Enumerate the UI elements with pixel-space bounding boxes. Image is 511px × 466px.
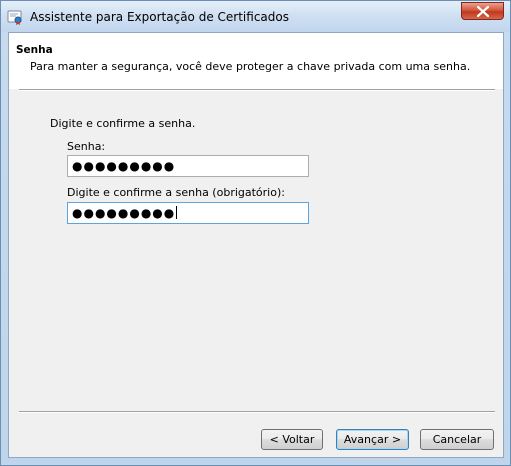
password-field[interactable]: ●●●●●●●●● <box>67 155 309 177</box>
back-button[interactable]: < Voltar <box>261 429 323 450</box>
next-button[interactable]: Avançar > <box>336 429 409 450</box>
password-value: ●●●●●●●●● <box>72 159 176 173</box>
confirm-password-label: Digite e confirme a senha (obrigatório): <box>67 186 285 199</box>
cancel-button[interactable]: Cancelar <box>420 429 494 450</box>
page-description: Para manter a segurança, você deve prote… <box>30 60 471 73</box>
text-caret <box>176 206 178 219</box>
header-divider <box>19 89 495 91</box>
instruction-text: Digite e confirme a senha. <box>50 117 196 130</box>
wizard-window: Assistente para Exportação de Certificad… <box>0 0 511 466</box>
close-icon <box>477 6 489 17</box>
close-button[interactable] <box>461 2 504 20</box>
window-title: Assistente para Exportação de Certificad… <box>30 10 289 24</box>
footer-divider <box>19 411 495 413</box>
confirm-password-value: ●●●●●●●●● <box>72 206 176 220</box>
wizard-content: Senha Para manter a segurança, você deve… <box>8 32 504 458</box>
title-bar[interactable]: Assistente para Exportação de Certificad… <box>1 1 510 32</box>
password-label: Senha: <box>67 140 106 153</box>
wizard-header: Senha Para manter a segurança, você deve… <box>9 33 503 89</box>
certificate-icon <box>7 9 23 25</box>
confirm-password-field[interactable]: ●●●●●●●●● <box>67 202 309 224</box>
page-title: Senha <box>16 44 53 56</box>
